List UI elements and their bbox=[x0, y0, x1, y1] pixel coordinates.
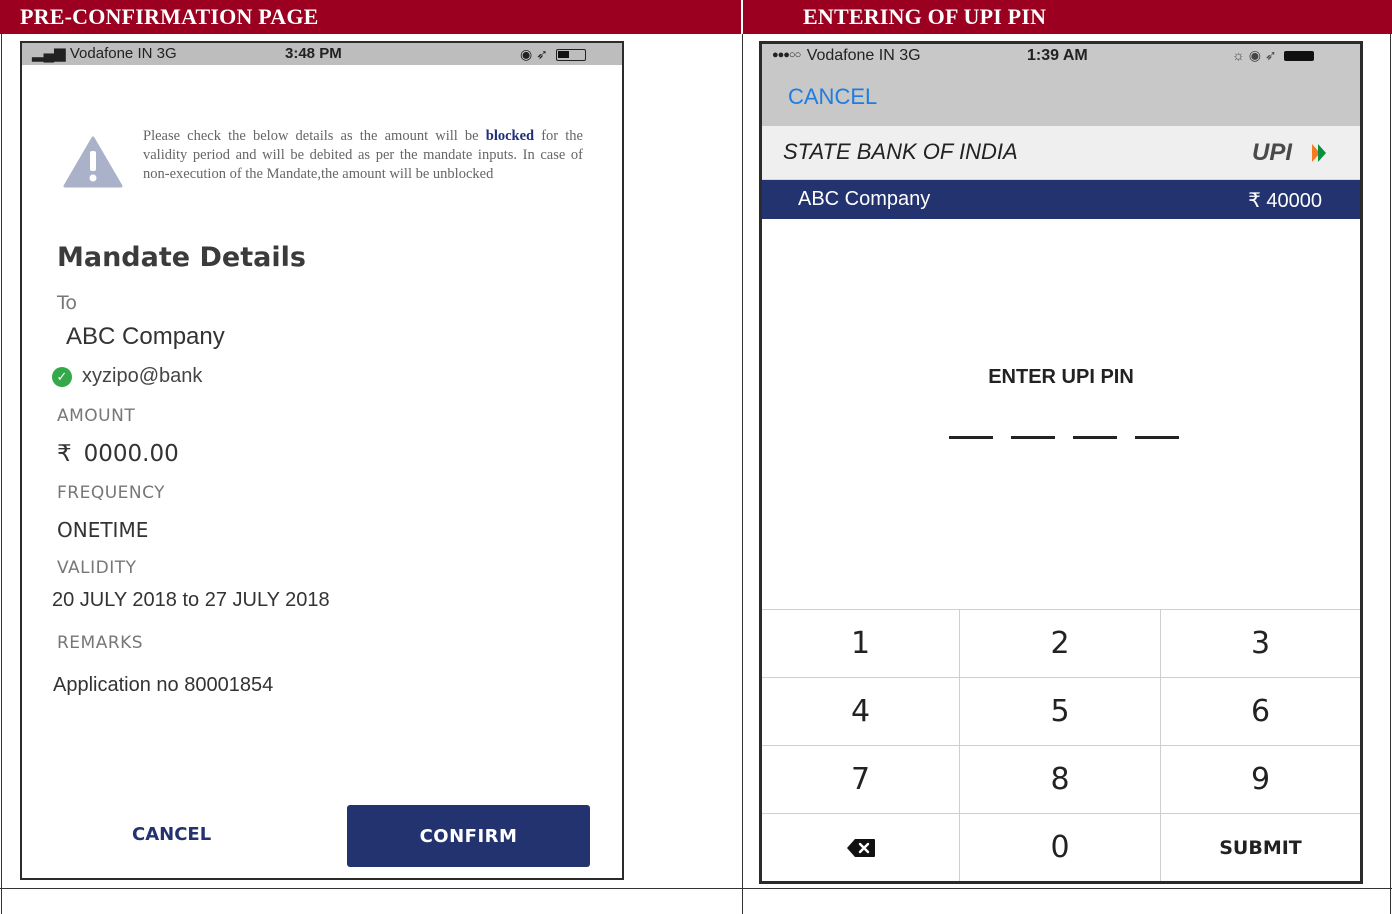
remarks-label: REMARKS bbox=[57, 633, 144, 653]
table-border-left bbox=[1, 34, 2, 914]
key-9[interactable]: 9 bbox=[1161, 746, 1360, 814]
pin-digit-slot bbox=[1011, 436, 1055, 439]
clock: 3:48 PM bbox=[285, 45, 342, 62]
backspace-key[interactable] bbox=[762, 814, 960, 881]
check-circle-icon: ✓ bbox=[52, 366, 72, 387]
header-upi-pin: ENTERING OF UPI PIN bbox=[743, 0, 1392, 34]
table-border-right bbox=[1390, 34, 1391, 914]
pin-digit-slot bbox=[1073, 436, 1117, 439]
cancel-button[interactable]: CANCEL bbox=[788, 84, 877, 110]
payment-amount: ₹ 40000 bbox=[1248, 190, 1322, 212]
table-divider bbox=[742, 34, 743, 914]
status-icons: ☼ ◉ ➶ bbox=[1232, 47, 1315, 64]
page-title: Mandate Details bbox=[57, 242, 306, 273]
carrier-label: ●●●○○ Vodafone IN 3G bbox=[772, 47, 921, 64]
rupee-icon: ₹ bbox=[57, 441, 72, 467]
pin-input[interactable] bbox=[949, 436, 1179, 439]
payee-bar: ABC Company ₹ 40000 bbox=[762, 180, 1360, 219]
frequency-value: ONETIME bbox=[57, 518, 149, 542]
battery-icon bbox=[1284, 51, 1315, 62]
key-4[interactable]: 4 bbox=[762, 678, 960, 746]
svg-text:UPI: UPI bbox=[1252, 139, 1293, 166]
status-bar: ▂▄▆ Vodafone IN 3G 3:48 PM ◉ ➶ bbox=[22, 43, 622, 65]
remarks-value: Application no 80001854 bbox=[53, 674, 274, 696]
amount-value: ₹0000.00 bbox=[57, 441, 179, 467]
battery-icon bbox=[555, 49, 586, 62]
clock: 1:39 AM bbox=[1027, 47, 1088, 64]
mandate-notice: Please check the below details as the am… bbox=[143, 128, 583, 182]
header-pre-confirmation: PRE-CONFIRMATION PAGE bbox=[0, 0, 741, 34]
key-8[interactable]: 8 bbox=[960, 746, 1161, 814]
key-7[interactable]: 7 bbox=[762, 746, 960, 814]
upi-logo: UPI bbox=[1252, 139, 1326, 166]
key-0[interactable]: 0 bbox=[960, 814, 1161, 881]
signal-dots-icon: ●●●○○ bbox=[772, 49, 801, 61]
warning-triangle-icon bbox=[63, 136, 123, 188]
key-1[interactable]: 1 bbox=[762, 610, 960, 678]
to-label: To bbox=[57, 292, 78, 314]
validity-label: VALIDITY bbox=[57, 558, 137, 578]
table-row-divider bbox=[0, 888, 1392, 889]
backspace-icon bbox=[846, 838, 875, 857]
upi-pin-screen: ●●●○○ Vodafone IN 3G 1:39 AM ☼ ◉ ➶ CANCE… bbox=[759, 41, 1363, 884]
confirm-button[interactable]: CONFIRM bbox=[347, 805, 590, 867]
payee-name: ABC Company bbox=[66, 323, 225, 350]
payee-vpa-row: ✓ xyzipo@bank bbox=[52, 365, 202, 388]
carrier-label: ▂▄▆ Vodafone IN 3G bbox=[32, 45, 177, 62]
top-bar: ●●●○○ Vodafone IN 3G 1:39 AM ☼ ◉ ➶ CANCE… bbox=[762, 44, 1360, 126]
bank-bar: STATE BANK OF INDIA UPI bbox=[762, 126, 1360, 180]
key-2[interactable]: 2 bbox=[960, 610, 1161, 678]
amount-label: AMOUNT bbox=[57, 406, 136, 426]
pin-digit-slot bbox=[949, 436, 993, 439]
pre-confirmation-screen: ▂▄▆ Vodafone IN 3G 3:48 PM ◉ ➶ Please ch… bbox=[20, 41, 624, 880]
key-3[interactable]: 3 bbox=[1161, 610, 1360, 678]
payee-vpa: xyzipo@bank bbox=[82, 365, 203, 387]
notice-emphasis: blocked bbox=[485, 128, 535, 144]
key-6[interactable]: 6 bbox=[1161, 678, 1360, 746]
key-5[interactable]: 5 bbox=[960, 678, 1161, 746]
validity-value: 20 JULY 2018 to 27 JULY 2018 bbox=[52, 589, 330, 611]
bank-name: STATE BANK OF INDIA bbox=[783, 139, 1018, 164]
submit-key[interactable]: SUBMIT bbox=[1161, 814, 1360, 881]
numeric-keypad: 1 2 3 4 5 6 7 8 9 0 SUBMIT bbox=[762, 609, 1360, 881]
enter-pin-prompt: ENTER UPI PIN bbox=[988, 366, 1134, 388]
frequency-label: FREQUENCY bbox=[57, 483, 166, 503]
payee-name: ABC Company bbox=[798, 188, 931, 210]
cancel-button[interactable]: CANCEL bbox=[132, 824, 211, 845]
status-icons: ◉ ➶ bbox=[520, 43, 586, 65]
pin-digit-slot bbox=[1135, 436, 1179, 439]
